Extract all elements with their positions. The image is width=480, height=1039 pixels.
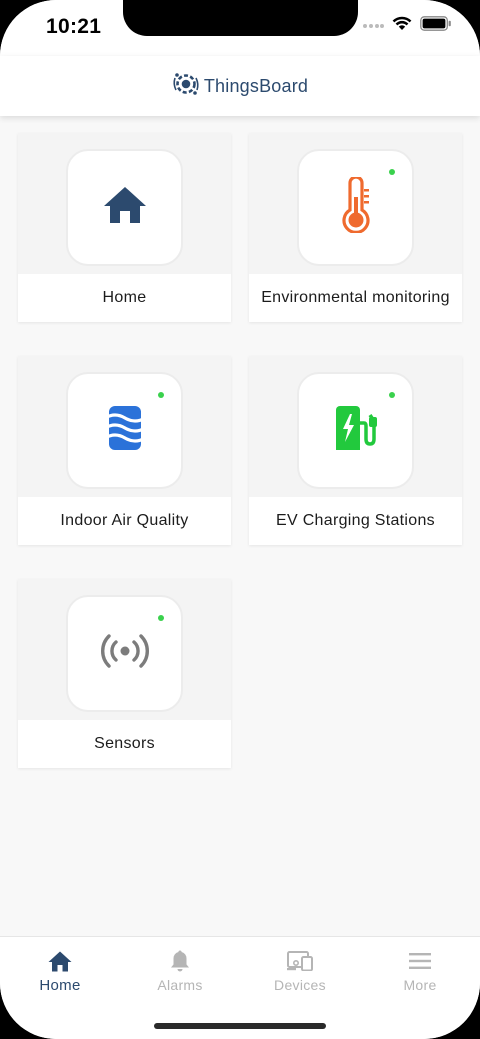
nav-devices[interactable]: Devices (240, 937, 360, 1007)
cellular-signal-icon (362, 17, 384, 35)
tile-label: EV Charging Stations (249, 497, 462, 545)
nav-label: Home (39, 977, 81, 994)
nav-label: Alarms (157, 977, 203, 993)
sensor-icon (100, 634, 150, 673)
tile-icon-box (297, 372, 414, 489)
thingsboard-logo-icon (172, 70, 200, 103)
status-icons (362, 16, 452, 36)
tile-icon-box (66, 595, 183, 712)
nav-alarms[interactable]: Alarms (120, 937, 240, 1007)
notch (123, 0, 358, 36)
thermometer-icon (339, 175, 373, 238)
nav-label: Devices (274, 977, 326, 993)
tile-icon-box (297, 149, 414, 266)
tile-home[interactable]: Home (18, 133, 231, 322)
home-indicator (154, 1023, 326, 1029)
tile-environmental-monitoring[interactable]: Environmental monitoring (249, 133, 462, 322)
wifi-icon (392, 16, 412, 36)
phone-screen: 10:21 ThingsBoard Home Environmental mon… (0, 0, 480, 1039)
tile-label: Environmental monitoring (249, 274, 462, 322)
home-icon (48, 949, 72, 973)
battery-icon (420, 16, 452, 36)
bell-icon (170, 949, 190, 973)
tile-label: Indoor Air Quality (18, 497, 231, 545)
status-bar: 10:21 (0, 0, 480, 56)
nav-label: More (403, 977, 437, 993)
tile-sensors[interactable]: Sensors (18, 579, 231, 768)
tile-ev-charging-stations[interactable]: EV Charging Stations (249, 356, 462, 545)
online-status-dot (158, 392, 164, 398)
online-status-dot (158, 615, 164, 621)
tile-icon-box (66, 372, 183, 489)
brand-logo: ThingsBoard (172, 70, 308, 103)
devices-icon (287, 949, 313, 973)
ev-charger-icon (334, 405, 378, 456)
status-time: 10:21 (46, 15, 102, 38)
tile-indoor-air-quality[interactable]: Indoor Air Quality (18, 356, 231, 545)
online-status-dot (389, 392, 395, 398)
tile-icon-box (66, 149, 183, 266)
app-header: ThingsBoard (0, 56, 480, 116)
air-quality-icon (103, 405, 146, 456)
tile-label: Sensors (18, 720, 231, 768)
online-status-dot (389, 169, 395, 175)
menu-icon (409, 949, 431, 973)
brand-name: ThingsBoard (203, 75, 309, 96)
nav-home[interactable]: Home (0, 937, 120, 1007)
home-icon (103, 186, 147, 229)
tile-label: Home (18, 274, 231, 322)
nav-more[interactable]: More (360, 937, 480, 1007)
